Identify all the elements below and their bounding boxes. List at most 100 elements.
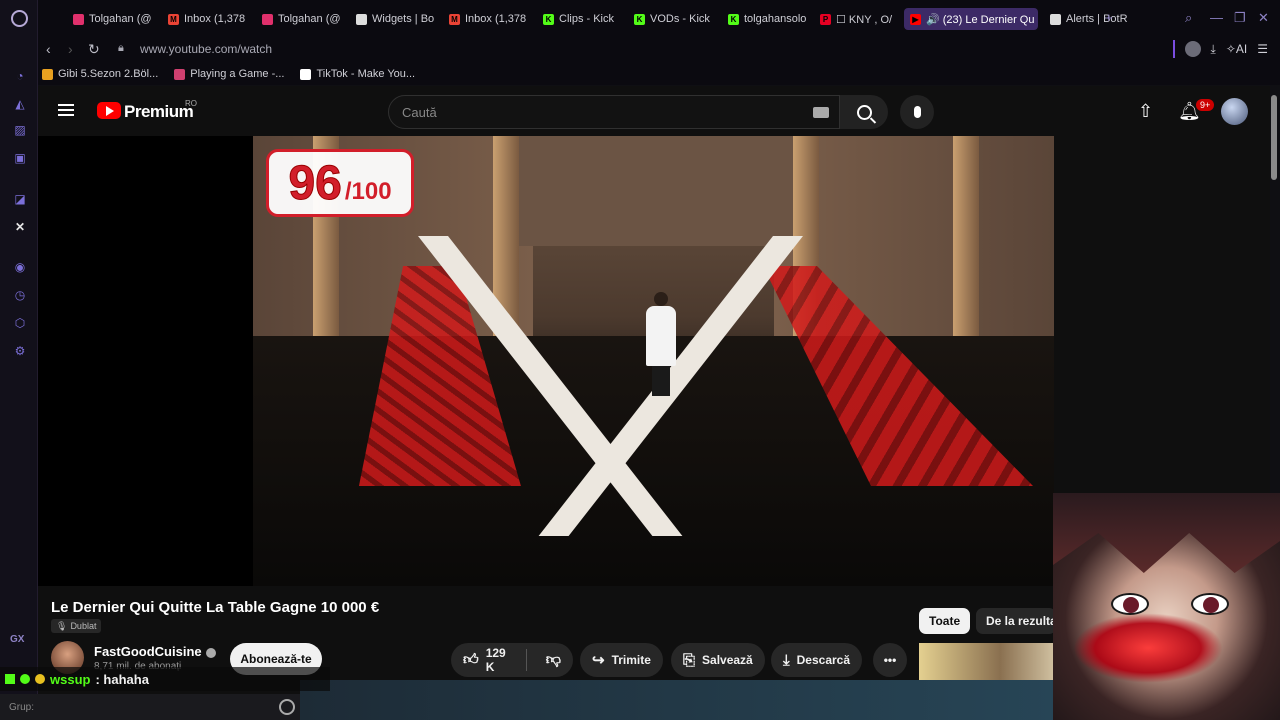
download-icon[interactable]: ⤓ [1211,42,1216,57]
account-avatar[interactable] [1221,98,1248,125]
voice-search-button[interactable] [900,95,934,129]
bookmark-0[interactable]: Gibi 5.Sezon 2.Böl... [42,68,158,80]
group-spiral-icon[interactable] [279,699,295,715]
player-icon[interactable]: ◉ [12,259,28,275]
streamer-avatar-overlay [1053,493,1280,720]
group-input[interactable]: Grup: [0,694,300,720]
tab-0[interactable]: Tolgahan (@ [67,8,157,30]
screen: ◔ ◭ ▨ ▣ ◪ ✕ ◉ ◷ ⬡ ⚙ GX Tolgahan (@ M Inbox… [0,0,1280,720]
tab-favicon-icon [262,13,273,25]
keyboard-icon[interactable] [813,107,829,118]
search-icon [856,104,872,120]
group-label: Grup: [9,701,35,713]
video-title: Le Dernier Qui Quitte La Table Gagne 10 … [51,599,380,616]
tab-2[interactable]: Tolgahan (@ [256,8,346,30]
tab-5[interactable]: K Clips - Kick [537,8,623,30]
new-tab-button[interactable]: + [1105,10,1113,25]
bookmark-icon: ⎘ [683,651,696,669]
tab-favicon-icon: M [449,13,460,25]
verified-icon [205,647,216,658]
tab-4[interactable]: M Inbox (1,378 [443,8,533,30]
like-dislike-group: 👍︎ 129 K 👎︎ [451,643,573,677]
tab-label: tolgahansolo [744,13,807,25]
hamburger-menu-icon[interactable] [58,104,74,116]
download-arrow-icon: ⤓ [783,651,790,669]
tab-label: Inbox (1,378 [184,13,246,25]
tab-1[interactable]: M Inbox (1,378 [162,8,252,30]
dislike-button[interactable]: 👎︎ [534,643,573,677]
channel-name-text: FastGoodCuisine [94,644,202,659]
subscriber-badge-icon [20,674,30,684]
tab-9[interactable]: ▶ 🔊 (23) Le Dernier Qu [904,8,1038,30]
bookmark-label: Gibi 5.Sezon 2.Böl... [58,68,159,80]
tab-8[interactable]: P ☐ KNY , O/ [814,8,898,30]
tab-3[interactable]: Widgets | Bo [350,8,438,30]
opera-logo-icon[interactable] [11,10,28,27]
share-button[interactable]: ↪ Trimite [580,643,663,677]
more-actions-button[interactable]: ••• [873,643,907,677]
messenger-icon[interactable]: ▣ [12,150,28,166]
bookmark-favicon-icon [300,68,312,80]
close-window-icon[interactable]: ✕ [1258,10,1269,26]
video-player[interactable]: 96 /100 [38,136,1054,586]
tab-label: 🔊 (23) Le Dernier Qu [926,13,1035,26]
search-tabs-icon[interactable]: ⌕ [1185,10,1192,26]
chip-related[interactable]: De la rezultat [976,608,1056,634]
reload-icon[interactable]: ↻ [88,41,100,58]
youtube-logo-icon[interactable] [97,102,121,119]
tab-favicon-icon [356,13,367,25]
tab-label: Alerts | BotR [1066,13,1128,25]
toolbar-separator [1172,40,1175,58]
save-button[interactable]: ⎘ Salvează [671,643,765,677]
youtube-premium-label[interactable]: Premium [124,102,194,122]
gx-control-icon[interactable]: ◔ [12,68,28,84]
profile-avatar-icon[interactable] [1184,41,1201,57]
bookmark-1[interactable]: Playing a Game -... [174,68,284,80]
download-button[interactable]: ⤓ Descarcă [771,643,863,677]
gx-cleaner-icon[interactable]: ▨ [12,122,28,138]
overlay-strip [300,680,1054,720]
kick-badge-icon [5,674,15,684]
minimize-icon[interactable]: — [1210,10,1223,25]
tab-label: Clips - Kick [559,13,615,25]
gx-corner-icon[interactable]: ◭ [12,96,28,112]
search-button[interactable] [840,95,888,129]
aria-ai-button[interactable]: ✧AI [1226,42,1247,56]
download-label: Descarcă [796,653,851,667]
scene-wall-center [493,136,813,246]
forward-icon[interactable]: › [68,41,73,57]
history-icon[interactable]: ◷ [12,287,28,303]
twitch-icon[interactable]: ◪ [12,191,28,207]
tab-strip: Tolgahan (@ M Inbox (1,378 Tolgahan (@ Widge… [38,0,1280,37]
tab-7[interactable]: Ktolgahansolo [722,8,808,30]
recommended-thumbnail[interactable] [919,643,1054,683]
search-input[interactable]: Caută [388,95,840,129]
back-icon[interactable]: ‹ [46,41,51,57]
settings-gear-icon[interactable]: ⚙ [12,343,28,359]
gift-badge-icon [35,674,45,684]
bookmark-2[interactable]: TikTok - Make You... [300,68,415,80]
tab-favicon-icon: K [543,13,554,25]
like-button[interactable]: 👍︎ 129 K [451,643,519,677]
tab-favicon-icon [1050,13,1061,25]
upload-icon[interactable]: ⇧ [1138,101,1153,122]
channel-name[interactable]: FastGoodCuisine [94,644,216,659]
tab-6[interactable]: K VODs - Kick [628,8,716,30]
chip-all[interactable]: Toate [919,608,971,634]
chat-text: : hahaha [95,671,149,687]
tab-label: Tolgahan (@ [278,13,341,25]
page-scrollbar[interactable] [1271,95,1277,180]
x-twitter-icon[interactable]: ✕ [12,219,28,235]
share-label: Trimite [611,653,651,667]
tab-10[interactable]: Alerts | BotR [1044,8,1132,30]
menu-icon[interactable]: ☰ [1257,42,1268,56]
bookmark-favicon-icon [174,68,186,80]
avatar-hair [1053,493,1280,573]
tab-favicon-icon: ▶ [910,13,921,25]
youtube-header: Premium RO Caută ⇧ 🔔︎ 9+ [38,86,1270,136]
url-field[interactable]: www.youtube.com/watch [140,42,272,56]
restore-icon[interactable]: ❐ [1234,10,1246,26]
thumbs-down-icon: 👎︎ [545,651,561,668]
dub-icon: 🎙︎ [56,620,68,631]
extensions-icon[interactable]: ⬡ [12,315,28,331]
